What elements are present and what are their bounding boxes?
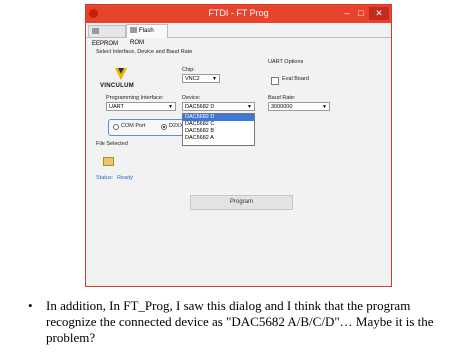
chevron-down-icon: ▼: [322, 104, 327, 110]
device-option[interactable]: DAC5682 D: [183, 114, 254, 121]
d2xx-radio[interactable]: [161, 124, 167, 130]
programming-interface-label: Programming Interface:: [106, 95, 164, 101]
com-port-radio[interactable]: [113, 124, 119, 130]
chip-label: Chip:: [182, 67, 195, 73]
device-option[interactable]: DAC5682 B: [183, 128, 254, 135]
com-port-label: COM Port: [121, 123, 146, 129]
chevron-down-icon: ▼: [247, 104, 252, 110]
program-button[interactable]: Program: [190, 195, 293, 210]
folder-icon[interactable]: [103, 157, 114, 166]
section-heading: Select Interface, Device and Baud Rate: [96, 49, 193, 55]
tab-eeprom[interactable]: EEPROM: [88, 25, 126, 47]
tab-flash-rom[interactable]: Flash ROM: [126, 24, 168, 46]
device-label: Device:: [182, 95, 201, 101]
chip-value: VNC2: [185, 76, 200, 82]
chevron-down-icon: ▼: [212, 76, 217, 82]
baud-rate-select[interactable]: 3000000 ▼: [268, 102, 330, 111]
flash-rom-icon: [130, 27, 137, 34]
status-value: Ready: [117, 175, 133, 181]
uart-options-label: UART Options: [268, 59, 304, 65]
caption-text: In addition, In FT_Prog, I saw this dial…: [46, 298, 434, 345]
tab-strip: EEPROM Flash ROM: [86, 23, 391, 47]
ft-prog-window: FTDI - FT Prog – □ ✕ EEPROM Flash ROM Se…: [85, 4, 392, 287]
device-option[interactable]: DAC5682 A: [183, 135, 254, 142]
close-button[interactable]: ✕: [369, 7, 389, 20]
minimize-button[interactable]: –: [341, 7, 353, 20]
device-select[interactable]: DAC5682 D ▼: [182, 102, 255, 111]
eval-board-label: Eval Board: [282, 76, 309, 82]
eval-board-checkbox[interactable]: [271, 77, 279, 85]
device-dropdown-list: DAC5682 D DAC5682 C DAC5682 B DAC5682 A: [182, 113, 255, 146]
device-option[interactable]: DAC5682 C: [183, 121, 254, 128]
tab-eeprom-label: EEPROM: [92, 41, 119, 47]
file-selected-label: File Selected: [96, 141, 128, 147]
vinculum-logo-text: VINCULUM: [100, 83, 135, 89]
baud-rate-label: Baud Rate:: [268, 95, 296, 101]
maximize-button[interactable]: □: [355, 7, 367, 20]
vinculum-logo-icon: [115, 68, 127, 80]
chevron-down-icon: ▼: [168, 104, 173, 110]
baud-rate-value: 3000000: [271, 104, 293, 110]
bullet: •: [28, 298, 33, 313]
title-bar[interactable]: FTDI - FT Prog – □ ✕: [86, 5, 391, 23]
status-label: Status:: [96, 175, 114, 181]
programming-interface-select[interactable]: UART ▼: [106, 102, 176, 111]
chip-select[interactable]: VNC2 ▼: [182, 74, 220, 83]
device-value: DAC5682 D: [185, 104, 215, 110]
programming-interface-value: UART: [109, 104, 124, 110]
eeprom-icon: [92, 28, 99, 35]
